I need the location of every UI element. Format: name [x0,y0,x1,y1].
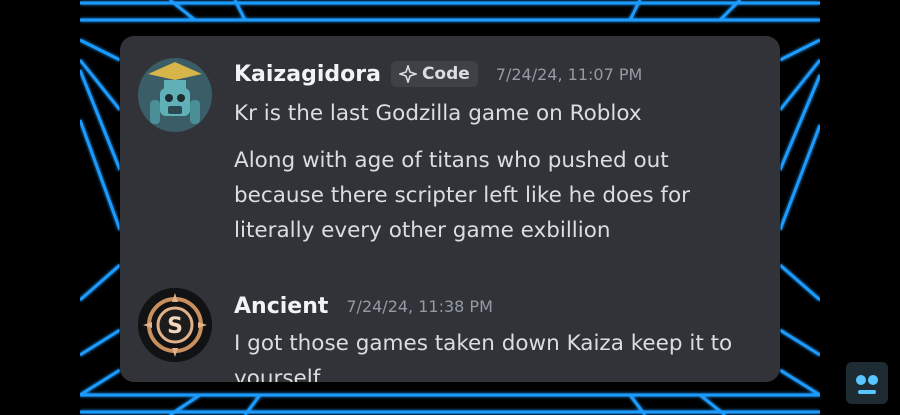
timestamp: 7/24/24, 11:38 PM [346,296,493,316]
message-body: Kr is the last Godzilla game on Roblox A… [234,96,764,248]
message-header: Ancient 7/24/24, 11:38 PM [234,286,493,326]
watermark-logo [846,362,888,404]
avatar[interactable]: S [138,288,212,362]
message-body: I got those games taken down Kaiza keep … [234,326,764,382]
tag-label: Code [421,64,470,84]
message-text: Kr is the last Godzilla game on Roblox [234,101,642,126]
username[interactable]: Ancient [234,294,328,319]
timestamp: 7/24/24, 11:07 PM [495,64,643,84]
avatar[interactable] [138,58,212,132]
svg-text:S: S [167,314,183,339]
diamond-icon [398,65,417,83]
user-avatar-icon [138,58,212,132]
message-text: I got those games taken down Kaiza keep … [234,331,733,382]
compass-s-avatar-icon: S [138,288,212,362]
server-tag[interactable]: Code [390,61,478,87]
chat-panel: Kaizagidora Code 7/24/24, 11:07 PM Kr is… [120,36,780,382]
message-text: Along with age of titans who pushed out … [234,148,690,243]
username[interactable]: Kaizagidora [234,62,381,87]
message-header: Kaizagidora Code 7/24/24, 11:07 PM [234,54,642,94]
